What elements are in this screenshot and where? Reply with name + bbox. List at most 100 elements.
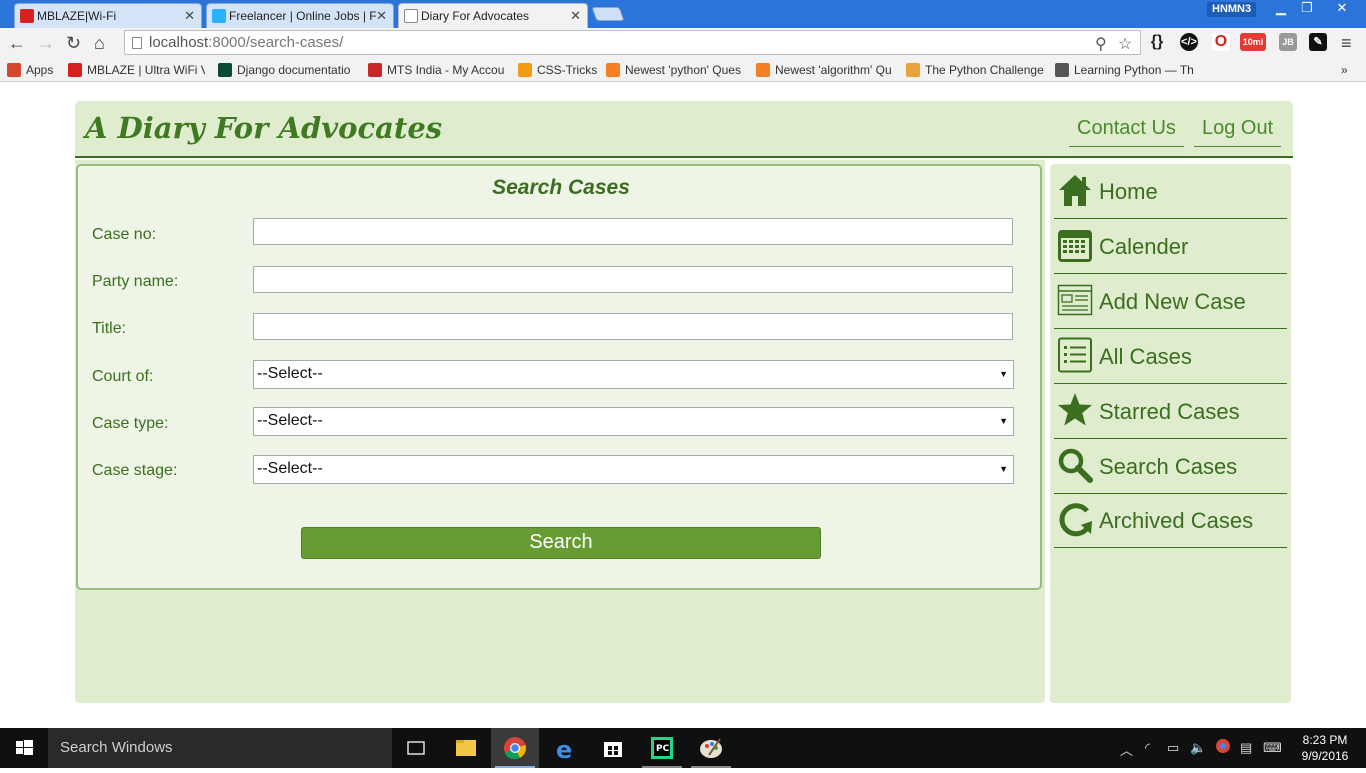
chrome-tray-icon[interactable]: [1215, 738, 1231, 757]
zoom-icon[interactable]: ⚲: [1095, 34, 1107, 54]
page-icon: [132, 37, 142, 49]
stackoverflow-icon: [756, 63, 770, 77]
bookmark-star-icon[interactable]: ☆: [1118, 34, 1132, 54]
close-icon[interactable]: ✕: [376, 8, 387, 24]
close-icon[interactable]: ✕: [184, 8, 195, 24]
taskbar-search-box[interactable]: Search Windows: [48, 728, 392, 768]
pycharm-icon: PC: [651, 737, 673, 759]
bookmark-learning-python[interactable]: Learning Python — Th: [1055, 63, 1193, 77]
sidebar-item-search-cases[interactable]: Search Cases: [1054, 439, 1287, 494]
bookmark-apps[interactable]: Apps: [7, 63, 59, 77]
devtools-extension-icon[interactable]: </>: [1180, 33, 1198, 51]
bookmark-python-challenge[interactable]: The Python Challenge: [906, 63, 1044, 77]
bookmarks-bar: Apps MBLAZE | Ultra WiFi V Django docume…: [0, 58, 1366, 82]
close-icon[interactable]: ✕: [570, 8, 581, 24]
edge-icon: e: [556, 736, 572, 764]
sidebar-nav: Home Calender Add New Case All Cases Sta…: [1050, 164, 1291, 703]
tray-overflow-icon[interactable]: ︿: [1120, 740, 1133, 759]
tab-diary[interactable]: Diary For Advocates ✕: [398, 3, 588, 28]
sidebar-item-archived-cases[interactable]: Archived Cases: [1054, 493, 1287, 548]
court-of-select[interactable]: --Select-- ▼: [253, 360, 1014, 389]
opera-icon: [20, 9, 34, 23]
bookmark-mblaze[interactable]: MBLAZE | Ultra WiFi V: [68, 63, 205, 77]
taskbar-paint[interactable]: [687, 728, 735, 768]
reload-icon[interactable]: ↻: [66, 32, 81, 54]
taskbar-chrome[interactable]: [491, 728, 539, 768]
sidebar-item-add-new-case[interactable]: Add New Case: [1054, 274, 1287, 329]
case-type-select[interactable]: --Select-- ▼: [253, 407, 1014, 436]
wifi-icon[interactable]: ◜: [1145, 740, 1150, 756]
folder-icon: [456, 740, 476, 756]
action-center-icon[interactable]: ▤: [1240, 740, 1252, 756]
taskbar-file-explorer[interactable]: [442, 728, 490, 768]
sidebar-item-home[interactable]: Home: [1054, 164, 1287, 219]
case-no-input[interactable]: [253, 218, 1013, 245]
taskbar-pycharm[interactable]: PC: [638, 728, 686, 768]
title-label: Title:: [92, 320, 127, 337]
party-name-input[interactable]: [253, 266, 1013, 293]
bookmark-algorithm-questions[interactable]: Newest 'algorithm' Qu: [756, 63, 893, 77]
opera-icon: [68, 63, 82, 77]
party-name-label: Party name:: [92, 273, 179, 290]
home-button-icon[interactable]: ⌂: [94, 32, 105, 54]
menu-icon[interactable]: ≡: [1341, 32, 1352, 54]
site-title[interactable]: A Diary For Advocates: [85, 111, 442, 145]
volume-icon[interactable]: 🔈: [1190, 740, 1206, 756]
sidebar-item-label: Archived Cases: [1099, 508, 1254, 533]
bookmark-css-tricks[interactable]: CSS-Tricks: [518, 63, 598, 77]
timer-extension-icon[interactable]: 10mi: [1240, 33, 1266, 51]
bookmarks-overflow-icon[interactable]: »: [1341, 63, 1348, 77]
clock-date: 9/9/2016: [1301, 749, 1349, 763]
list-icon: [1058, 337, 1092, 373]
url-path: :8000/search-cases/: [208, 34, 344, 51]
tab-mblaze[interactable]: MBLAZE|Wi-Fi ✕: [14, 3, 202, 28]
bookmark-mts[interactable]: MTS India - My Accou: [368, 63, 505, 77]
pen-extension-icon[interactable]: ✎: [1309, 33, 1327, 51]
python-challenge-icon: [906, 63, 920, 77]
keyboard-icon[interactable]: ⌨: [1263, 740, 1282, 756]
task-view-button[interactable]: [392, 728, 440, 768]
back-icon[interactable]: ←: [8, 32, 26, 54]
dropdown-arrow-icon: ▼: [999, 464, 1008, 474]
search-form-panel: Search Cases Case no: Party name: Title:…: [76, 164, 1042, 590]
tab-title: MBLAZE|Wi-Fi: [37, 9, 117, 23]
close-window-icon[interactable]: ✕: [1322, 0, 1362, 18]
jb-extension-icon[interactable]: JB: [1279, 33, 1297, 51]
log-out-link[interactable]: Log Out: [1194, 117, 1282, 147]
calendar-icon: [1058, 230, 1092, 262]
tab-freelancer[interactable]: Freelancer | Online Jobs | F ✕: [206, 3, 394, 28]
json-extension-icon[interactable]: {}: [1148, 33, 1166, 51]
maximize-icon[interactable]: ❐: [1294, 0, 1320, 18]
opera-extension-icon[interactable]: O: [1212, 33, 1230, 51]
profile-button[interactable]: HNMN3: [1207, 2, 1257, 17]
system-clock[interactable]: 8:23 PM 9/9/2016: [1290, 732, 1360, 764]
new-tab-button[interactable]: [591, 7, 625, 21]
book-icon: [1055, 63, 1069, 77]
minimize-icon[interactable]: ▁: [1268, 0, 1294, 18]
sidebar-item-label: Starred Cases: [1099, 399, 1240, 424]
bookmark-python-questions[interactable]: Newest 'python' Ques: [606, 63, 743, 77]
paint-icon: [700, 738, 722, 758]
case-stage-select[interactable]: --Select-- ▼: [253, 455, 1014, 484]
court-of-label: Court of:: [92, 368, 154, 385]
address-bar[interactable]: localhost:8000/search-cases/ ⚲ ☆: [124, 30, 1141, 55]
sidebar-item-calendar[interactable]: Calender: [1054, 219, 1287, 274]
taskbar-store[interactable]: [589, 728, 637, 768]
sidebar-item-starred-cases[interactable]: Starred Cases: [1054, 384, 1287, 439]
bookmark-django[interactable]: Django documentatio: [218, 63, 355, 77]
task-view-icon: [407, 741, 425, 755]
windows-start-icon[interactable]: [0, 728, 48, 768]
battery-icon[interactable]: ▭: [1167, 740, 1179, 756]
tab-title: Freelancer | Online Jobs | F: [229, 9, 377, 23]
archive-icon: [1059, 503, 1092, 537]
sidebar-item-all-cases[interactable]: All Cases: [1054, 329, 1287, 384]
contact-us-link[interactable]: Contact Us: [1069, 117, 1184, 147]
case-type-label: Case type:: [92, 415, 169, 432]
clock-time: 8:23 PM: [1302, 733, 1348, 747]
search-button[interactable]: Search: [301, 527, 821, 559]
taskbar-edge[interactable]: e: [540, 728, 588, 768]
sidebar-item-label: Calender: [1099, 234, 1189, 259]
title-input[interactable]: [253, 313, 1013, 340]
add-case-icon: [1057, 284, 1093, 316]
forward-icon[interactable]: →: [37, 32, 55, 54]
